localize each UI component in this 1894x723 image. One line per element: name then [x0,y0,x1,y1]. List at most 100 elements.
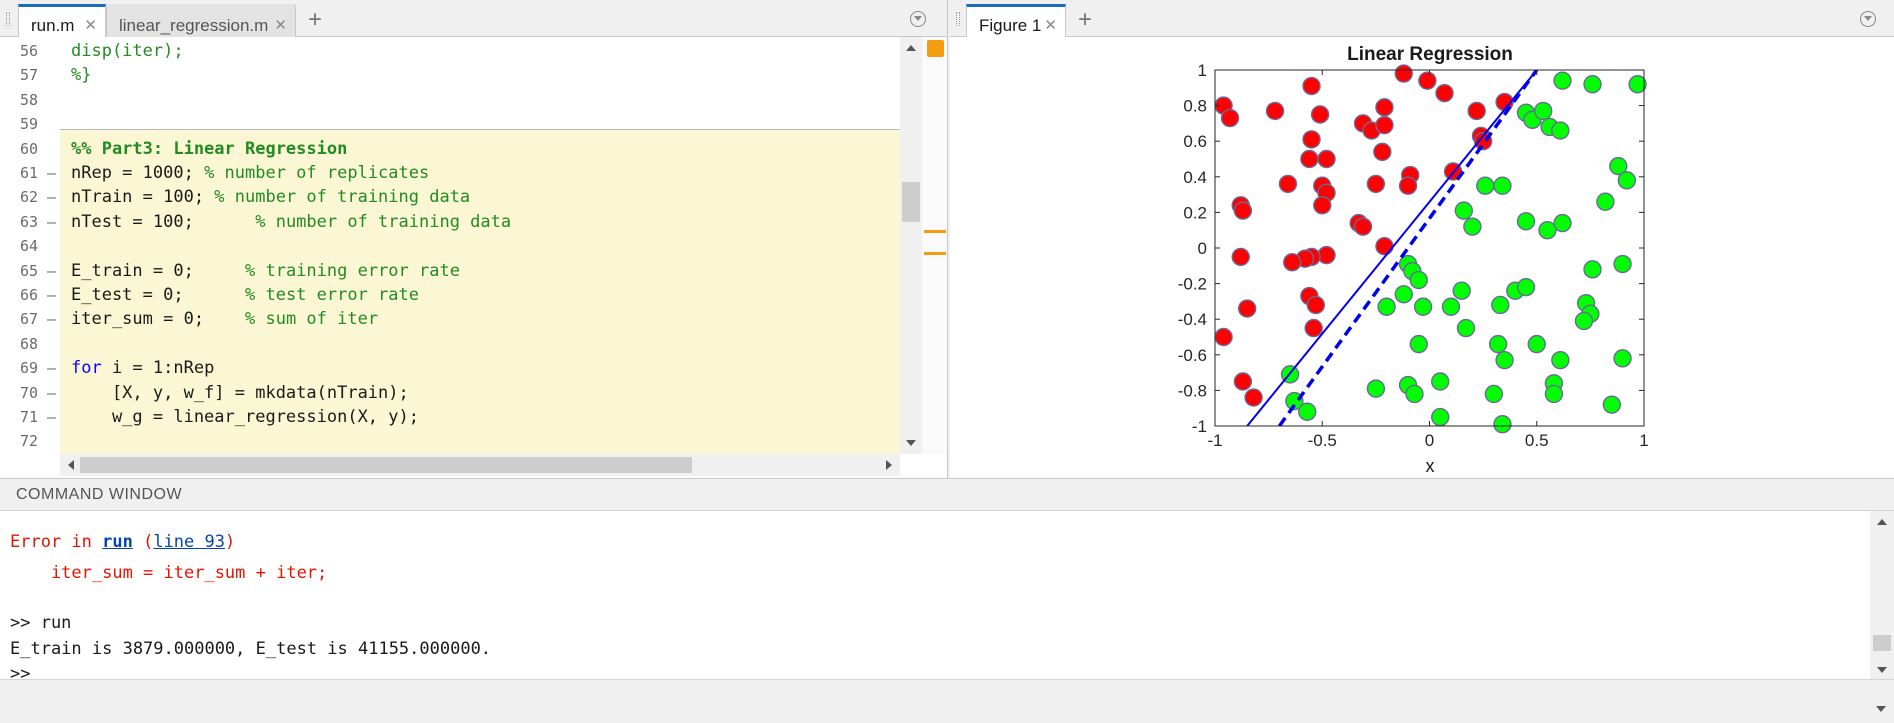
breakpoint-dash[interactable]: – [47,356,56,380]
x-tick-label: -1 [1207,431,1222,450]
line-number[interactable]: 71 [0,405,38,429]
code-text: for i = 1:nRep [71,356,214,380]
line-number[interactable]: 70 [0,381,38,405]
code-line[interactable]: 57%} [0,63,900,87]
data-point-green [1488,334,1508,354]
scroll-right-arrow-icon[interactable] [886,460,892,470]
line-number[interactable]: 56 [0,39,38,63]
close-icon[interactable]: ✕ [1044,16,1057,34]
scroll-down-arrow-icon[interactable] [1877,667,1887,673]
editor-vertical-scrollbar[interactable] [900,37,922,454]
code-token: iter_sum = 0; [71,309,245,330]
breakpoint-dash[interactable]: – [47,161,56,185]
line-number[interactable]: 64 [0,234,38,258]
scroll-down-arrow-icon[interactable] [906,440,916,446]
error-function-link[interactable]: run [102,532,133,552]
line-number[interactable]: 60 [0,137,38,161]
scroll-up-arrow-icon[interactable] [906,45,916,51]
scroll-thumb[interactable] [902,182,920,222]
breakpoint-dash[interactable]: – [47,259,56,283]
breakpoint-dash[interactable]: – [47,185,56,209]
warning-status-icon[interactable] [927,40,944,57]
tab-linear-regression-m[interactable]: linear_regression.m ✕ [106,4,296,37]
line-number[interactable]: 66 [0,283,38,307]
data-point-green [1493,415,1512,434]
scroll-up-arrow-icon[interactable] [1877,519,1887,525]
scroll-down-arrow-icon[interactable] [1876,706,1886,712]
line-number[interactable]: 59 [0,112,38,136]
code-line[interactable]: 59 [0,112,900,136]
command-window[interactable]: COMMAND WINDOW Error in run (line 93) it… [0,478,1894,723]
line-number[interactable]: 68 [0,332,38,356]
data-point-green [1441,297,1461,316]
line-number[interactable]: 69 [0,356,38,380]
line-number[interactable]: 58 [0,88,38,112]
tab-run-m[interactable]: run.m ✕ [18,4,106,37]
code-line[interactable]: 70– [X, y, w_f] = mkdata(nTrain); [0,381,900,405]
close-icon[interactable]: ✕ [84,16,97,34]
data-point-red [1398,176,1418,195]
close-icon[interactable]: ✕ [274,16,287,34]
error-line-link[interactable]: line 93 [153,532,225,552]
code-line[interactable]: 62– nTrain = 100; % number of training da… [0,185,900,209]
warning-marker[interactable] [924,230,946,233]
panel-menu-icon[interactable] [910,11,926,27]
data-point-red [1418,71,1437,90]
breakpoint-dash[interactable]: – [47,210,56,234]
chart-title: Linear Regression [1347,44,1513,65]
line-number[interactable]: 57 [0,63,38,87]
line-number[interactable]: 62 [0,185,38,209]
code-line[interactable]: 58 [0,88,900,112]
new-tab-plus-icon[interactable]: + [308,6,322,34]
y-tick-label: -0.4 [1178,310,1207,329]
code-line[interactable]: 69– for i = 1:nRep [0,356,900,380]
new-tab-plus-icon[interactable]: + [1078,6,1092,34]
drag-grip-icon[interactable] [6,12,10,26]
x-tick-label: -0.5 [1308,431,1337,450]
data-point-red [1283,253,1302,272]
code-line[interactable]: 63– nTest = 100; % number of training dat… [0,210,900,234]
data-point-green [1405,384,1424,404]
scatter-plot[interactable]: Linear Regression -1 -0.5 0 0.5 1 1 0.8 0.6 0.4 0… [950,37,1894,478]
warning-marker[interactable] [924,252,946,255]
code-token: for [71,358,102,379]
code-editor[interactable]: 56 disp(iter); 57%} 58 59 60%% Part3: Linear … [0,37,900,454]
code-line[interactable]: 61– nRep = 1000; % number of replicates [0,161,900,185]
code-line[interactable]: 71– w_g = linear_regression(X, y); [0,405,900,429]
command-vertical-scrollbar[interactable] [1870,511,1894,679]
code-line[interactable]: 72 [0,429,900,453]
editor-horizontal-scrollbar[interactable] [60,454,900,476]
line-number[interactable]: 63 [0,210,38,234]
tab-figure-1[interactable]: Figure 1 ✕ [966,4,1066,37]
scroll-thumb[interactable] [80,457,692,473]
data-point-green [1493,176,1512,195]
data-point-green [1602,395,1622,414]
code-token: w_g = linear_regression(X, y); [71,407,419,427]
code-line[interactable]: 64 [0,234,900,258]
code-line[interactable]: 66– E_test = 0; % test error rate [0,283,900,307]
scroll-left-arrow-icon[interactable] [68,460,74,470]
data-point-green [1394,285,1413,304]
code-line[interactable]: 56 disp(iter); [0,39,900,63]
line-number[interactable]: 67 [0,307,38,331]
breakpoint-dash[interactable]: – [47,381,56,405]
breakpoint-dash[interactable]: – [47,283,56,307]
data-point-red [1233,201,1253,220]
line-number[interactable]: 61 [0,161,38,185]
code-token: % sum of iter [245,309,379,330]
y-tick-label: 0.6 [1183,132,1207,151]
code-line[interactable]: 68 [0,332,900,356]
breakpoint-dash[interactable]: – [47,405,56,429]
code-line[interactable]: 60 %% Part3: Linear Regression [0,137,900,161]
code-line[interactable]: 67– iter_sum = 0; % sum of iter [0,307,900,331]
scroll-thumb[interactable] [1873,635,1891,651]
code-line[interactable]: 65– E_train = 0; % training error rate [0,259,900,283]
data-point-green [1544,384,1564,404]
drag-grip-icon[interactable] [956,12,960,26]
line-number[interactable]: 72 [0,429,38,453]
line-number[interactable]: 65 [0,259,38,283]
breakpoint-dash[interactable]: – [47,307,56,331]
data-point-red [1310,105,1330,124]
command-status-bar [0,679,1894,723]
panel-menu-icon[interactable] [1860,11,1876,27]
